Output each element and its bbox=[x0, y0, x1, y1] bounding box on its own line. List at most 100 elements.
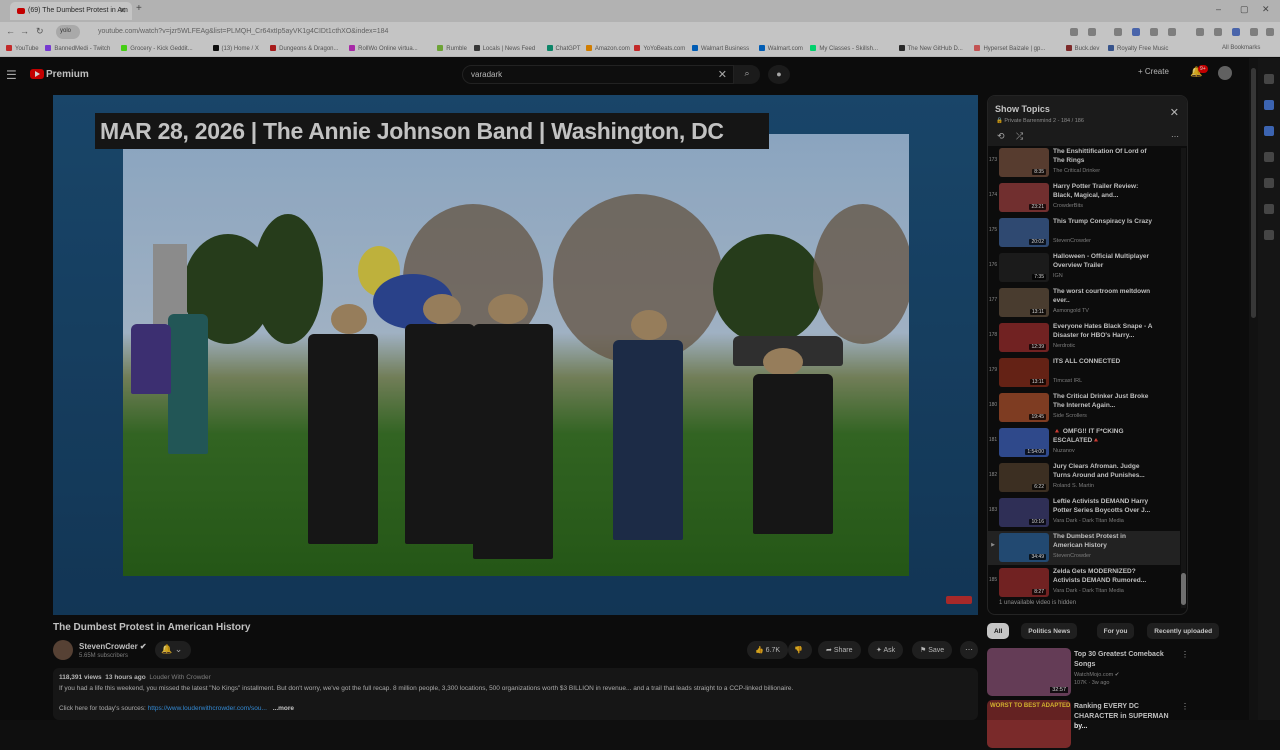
extension-icon[interactable] bbox=[1114, 28, 1122, 36]
playlist-item-title[interactable]: The Critical Drinker Just Broke The Inte… bbox=[1053, 392, 1153, 411]
bookmark-item[interactable]: BannedMedi - Twitch bbox=[45, 45, 110, 52]
playlist-item[interactable]: 176 7:35 Halloween - Official Multiplayer … bbox=[988, 251, 1180, 285]
recommended-video[interactable]: 32:57 Top 30 Greatest Comeback Songs Watch… bbox=[987, 648, 1197, 698]
recommendation-channel[interactable]: WatchMojo.com ✔ bbox=[1074, 672, 1119, 678]
playlist-thumbnail[interactable]: 8:27 bbox=[999, 568, 1049, 597]
loop-icon[interactable]: ⟲ bbox=[997, 131, 1005, 142]
sidebar-tool-icon[interactable] bbox=[1264, 178, 1274, 188]
playlist-item[interactable]: 181 1:54:00 🔺 OMFG!! IT F*CKING ESCALATED🔺… bbox=[988, 426, 1180, 460]
video-frame[interactable] bbox=[123, 134, 909, 576]
all-bookmarks[interactable]: All Bookmarks bbox=[1222, 45, 1260, 51]
ask-button[interactable]: ✦ Ask bbox=[868, 641, 904, 659]
scrollbar-thumb[interactable] bbox=[1251, 68, 1256, 318]
sidebar-tool-icon[interactable] bbox=[1264, 204, 1274, 214]
extension-icon[interactable] bbox=[1168, 28, 1176, 36]
scrollbar-thumb[interactable] bbox=[1181, 573, 1186, 605]
playlist-item-title[interactable]: The worst courtroom meltdown ever.. bbox=[1053, 287, 1153, 306]
url-field[interactable]: youtube.com/watch?v=jzr5WLFEAg&list=PLMQ… bbox=[98, 28, 388, 35]
playlist-item-title[interactable]: ITS ALL CONNECTED bbox=[1053, 357, 1153, 376]
playlist-item-title[interactable]: 🔺 OMFG!! IT F*CKING ESCALATED🔺 bbox=[1053, 427, 1153, 446]
playlist-item-title[interactable]: Halloween - Official Multiplayer Overvie… bbox=[1053, 252, 1153, 271]
filter-chip[interactable]: For you bbox=[1096, 623, 1135, 639]
menu-dots-icon[interactable] bbox=[1266, 28, 1274, 36]
recommendation-thumbnail[interactable]: WORST TO BEST ADAPTED bbox=[987, 700, 1071, 748]
show-more-button[interactable]: ...more bbox=[273, 705, 294, 712]
playlist-item[interactable]: 182 6:22 Jury Clears Afroman. Judge Turns … bbox=[988, 461, 1180, 495]
recommendation-title[interactable]: Ranking EVERY DC CHARACTER in SUPERMAN b… bbox=[1074, 702, 1178, 732]
extension-icon[interactable] bbox=[1214, 28, 1222, 36]
search-button[interactable]: ⌕ bbox=[734, 65, 760, 84]
back-icon[interactable]: ← bbox=[6, 26, 15, 36]
bookmark-item[interactable]: (13) Home / X bbox=[212, 45, 259, 52]
playlist-item-title[interactable]: Everyone Hates Black Snape - A Disaster … bbox=[1053, 322, 1153, 341]
bookmark-item[interactable]: Rumble bbox=[437, 45, 467, 52]
channel-name[interactable]: StevenCrowder ✔ bbox=[79, 642, 147, 651]
search-input[interactable]: varadark bbox=[471, 70, 502, 79]
playlist-item[interactable]: 180 19:45 The Critical Drinker Just Broke … bbox=[988, 391, 1180, 425]
filter-chip[interactable]: Politics News bbox=[1021, 623, 1078, 639]
minimize-icon[interactable]: – bbox=[1216, 4, 1221, 14]
forward-icon[interactable]: → bbox=[20, 26, 29, 36]
bookmark-item[interactable]: Grocery - Kick Geddit... bbox=[121, 45, 193, 52]
share-button[interactable]: ➦ Share bbox=[818, 641, 861, 659]
bookmark-item[interactable]: Locals | News Feed bbox=[473, 45, 535, 52]
more-dots-icon[interactable]: ⋮ bbox=[1181, 702, 1189, 711]
recommendation-thumbnail[interactable]: 32:57 bbox=[987, 648, 1071, 696]
subscribed-bell-button[interactable]: 🔔 ⌄ bbox=[155, 641, 191, 659]
recommendation-title[interactable]: Top 30 Greatest Comeback Songs bbox=[1074, 650, 1178, 670]
maximize-icon[interactable]: ▢ bbox=[1240, 4, 1249, 15]
shuffle-icon[interactable]: ⤮ bbox=[1016, 131, 1023, 142]
close-playlist-icon[interactable]: ✕ bbox=[1170, 106, 1179, 119]
bookmark-item[interactable]: My Classes - Skillsh... bbox=[810, 45, 878, 52]
sidebar-tool-icon[interactable] bbox=[1264, 74, 1274, 84]
playlist-thumbnail[interactable]: 8:35 bbox=[999, 148, 1049, 177]
bookmark-item[interactable]: Hyperset Baizale | gp... bbox=[974, 45, 1045, 52]
voice-search-button[interactable]: ● bbox=[768, 65, 790, 84]
page-scrollbar[interactable] bbox=[1249, 58, 1258, 720]
create-button[interactable]: + Create bbox=[1138, 67, 1169, 83]
channel-avatar[interactable] bbox=[53, 640, 73, 660]
bookmark-item[interactable]: Amazon.com bbox=[585, 45, 630, 52]
extension-icon[interactable] bbox=[1196, 28, 1204, 36]
bookmark-item[interactable]: ChatGPT bbox=[546, 45, 581, 52]
playlist-item[interactable]: 174 23:21 Harry Potter Trailer Review: Bla… bbox=[988, 181, 1180, 215]
playlist-item[interactable]: ▶ 34:49 The Dumbest Protest in American Hi… bbox=[988, 531, 1180, 565]
extension-icon[interactable] bbox=[1250, 28, 1258, 36]
playlist-thumbnail[interactable]: 1:54:00 bbox=[999, 428, 1049, 457]
like-button[interactable]: 👍 6.7K bbox=[747, 641, 789, 659]
menu-icon[interactable]: ☰ bbox=[6, 68, 17, 82]
playlist-item[interactable]: 185 8:27 Zelda Gets MODERNIZED? Activists … bbox=[988, 566, 1180, 600]
bookmark-star-icon[interactable] bbox=[1088, 28, 1096, 36]
playlist-item-title[interactable]: Harry Potter Trailer Review: Black, Magi… bbox=[1053, 182, 1153, 201]
bookmark-item[interactable]: Walmart.com bbox=[758, 45, 803, 52]
sidebar-tool-icon[interactable] bbox=[1264, 126, 1274, 136]
playlist-thumbnail[interactable]: 23:21 bbox=[999, 183, 1049, 212]
playlist-title[interactable]: Show Topics bbox=[995, 104, 1050, 114]
playlist-thumbnail[interactable]: 13:11 bbox=[999, 288, 1049, 317]
extension-icon[interactable] bbox=[1132, 28, 1140, 36]
save-button[interactable]: ⚑ Save bbox=[912, 641, 953, 659]
sidebar-tool-icon[interactable] bbox=[1264, 230, 1274, 240]
clear-search-icon[interactable]: ✕ bbox=[718, 68, 727, 81]
filter-chip[interactable]: All bbox=[987, 623, 1010, 639]
playlist-thumbnail[interactable]: 6:22 bbox=[999, 463, 1049, 492]
more-actions-button[interactable]: ⋯ bbox=[960, 641, 978, 659]
close-window-icon[interactable]: ✕ bbox=[1262, 4, 1270, 15]
playlist-thumbnail[interactable]: 13:11 bbox=[999, 358, 1049, 387]
extension-icon[interactable] bbox=[1070, 28, 1078, 36]
video-player[interactable] bbox=[53, 95, 978, 615]
recommended-video[interactable]: WORST TO BEST ADAPTED Ranking EVERY DC CH… bbox=[987, 700, 1197, 750]
subscribe-watermark[interactable] bbox=[946, 596, 972, 604]
bookmark-item[interactable]: Dungeons & Dragon... bbox=[270, 45, 339, 52]
playlist-item[interactable]: 175 20:02 This Trump Conspiracy Is Crazy St… bbox=[988, 216, 1180, 250]
bookmark-item[interactable]: The New GitHub D... bbox=[898, 45, 963, 52]
new-tab-icon[interactable]: + bbox=[136, 3, 142, 14]
playlist-item-title[interactable]: The Enshittification Of Lord of The Ring… bbox=[1053, 147, 1153, 166]
filter-chip[interactable]: Recently uploaded bbox=[1147, 623, 1220, 639]
playlist-thumbnail[interactable]: 7:35 bbox=[999, 253, 1049, 282]
close-tab-icon[interactable]: ✕ bbox=[119, 6, 126, 15]
sources-link[interactable]: https://www.louderwithcrowder.com/sou... bbox=[148, 705, 267, 712]
playlist-item[interactable]: 179 13:11 ITS ALL CONNECTED Timcast IRL bbox=[988, 356, 1180, 390]
account-avatar[interactable] bbox=[1218, 66, 1232, 80]
playlist-item[interactable]: 178 12:39 Everyone Hates Black Snape - A D… bbox=[988, 321, 1180, 355]
